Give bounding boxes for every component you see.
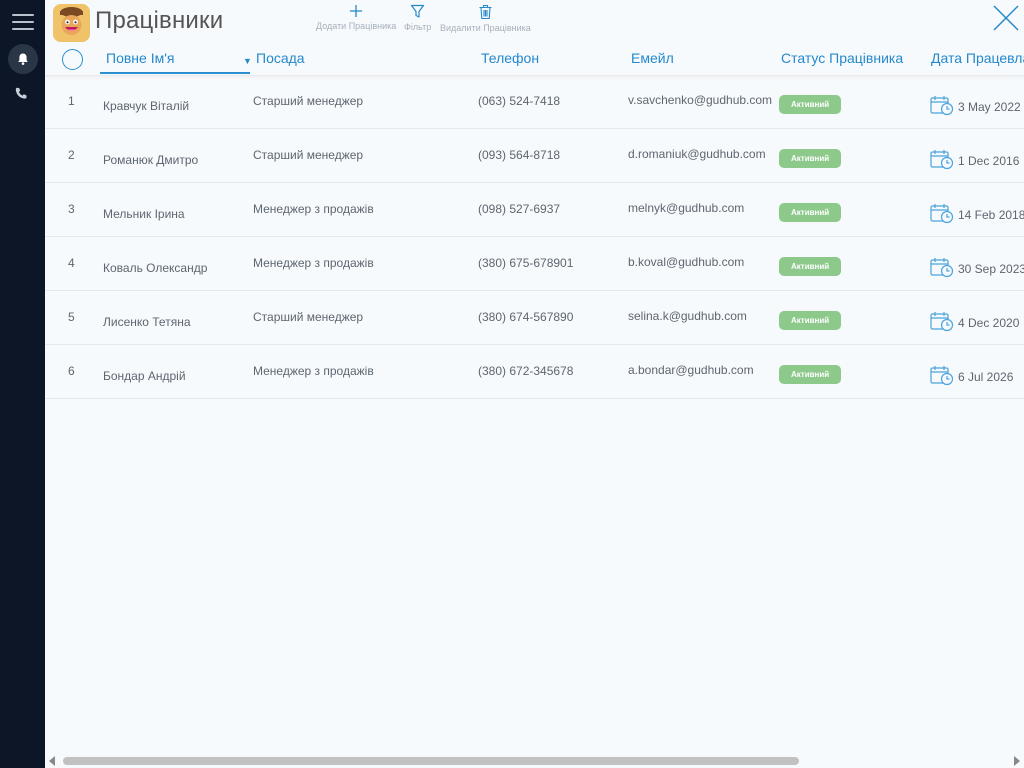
column-header-date[interactable]: Дата Працевлаштування — [931, 50, 1024, 66]
cell-date: 4 Dec 2020 — [930, 310, 1019, 332]
row-number: 2 — [68, 148, 75, 162]
app-logo — [53, 4, 90, 42]
status-badge: Активний — [779, 95, 842, 114]
row-number: 1 — [68, 94, 75, 108]
scroll-left-icon[interactable] — [49, 756, 55, 766]
select-all-checkbox[interactable] — [62, 49, 83, 70]
page-title: Працівники — [95, 7, 224, 34]
filter-icon — [411, 4, 425, 18]
cell-email: melnyk@gudhub.com — [628, 201, 745, 215]
status-badge: Активний — [779, 311, 842, 330]
table-row[interactable]: 3 Мельник Ірина Менеджер з продажів (098… — [45, 183, 1024, 237]
cell-phone: (063) 524-7418 — [478, 94, 561, 108]
cell-name: Лисенко Тетяна — [103, 315, 191, 329]
table-row[interactable]: 5 Лисенко Тетяна Старший менеджер (380) … — [45, 291, 1024, 345]
calendar-clock-icon — [930, 366, 954, 386]
date-text: 14 Feb 2018 — [958, 208, 1024, 222]
cell-phone: (380) 672-345678 — [478, 364, 574, 378]
cell-phone: (380) 674-567890 — [478, 310, 574, 324]
column-header-position[interactable]: Посада — [256, 50, 305, 66]
cell-position: Менеджер з продажів — [253, 364, 374, 378]
table-row[interactable]: 6 Бондар Андрій Менеджер з продажів (380… — [45, 345, 1024, 399]
sort-down-icon[interactable]: ▼ — [243, 56, 252, 66]
cell-date: 30 Sep 2023 — [930, 256, 1024, 278]
phone-icon — [15, 87, 27, 99]
cell-name: Бондар Андрій — [103, 369, 186, 383]
hamburger-icon — [12, 14, 34, 16]
cell-date: 6 Jul 2026 — [930, 364, 1013, 386]
cell-email: d.romaniuk@gudhub.com — [628, 147, 766, 161]
cell-email: a.bondar@gudhub.com — [628, 363, 754, 377]
notifications-button[interactable] — [8, 44, 38, 74]
calendar-clock-icon — [930, 204, 954, 224]
table-header: Повне Ім'я ▼ Посада Телефон Емейл Статус… — [45, 44, 1024, 76]
column-header-email[interactable]: Емейл — [631, 50, 674, 66]
cell-email: selina.k@gudhub.com — [628, 309, 747, 323]
close-icon — [993, 5, 1019, 31]
column-header-name[interactable]: Повне Ім'я — [106, 50, 174, 66]
cell-phone: (380) 675-678901 — [478, 256, 574, 270]
phone-button[interactable] — [14, 86, 32, 104]
bell-icon — [18, 53, 28, 65]
add-employee-button[interactable]: Додати Працівника — [316, 4, 396, 31]
calendar-clock-icon — [930, 96, 954, 116]
close-button[interactable] — [992, 4, 1020, 32]
cell-phone: (098) 527-6937 — [478, 202, 561, 216]
cell-name: Кравчук Віталій — [103, 99, 190, 113]
sort-indicator-underline — [100, 72, 250, 74]
cell-position: Старший менеджер — [253, 310, 364, 324]
scrollbar-thumb[interactable] — [63, 757, 799, 765]
cell-email: v.savchenko@gudhub.com — [628, 93, 773, 107]
cell-phone: (093) 564-8718 — [478, 148, 561, 162]
date-text: 30 Sep 2023 — [958, 262, 1024, 276]
horizontal-scrollbar[interactable] — [45, 754, 1024, 768]
status-badge: Активний — [779, 149, 842, 168]
filter-button[interactable]: Фільтр — [404, 4, 431, 32]
status-badge: Активний — [779, 365, 842, 384]
row-number: 3 — [68, 202, 75, 216]
scroll-right-icon[interactable] — [1014, 756, 1020, 766]
cell-position: Старший менеджер — [253, 148, 364, 162]
table-row[interactable]: 4 Коваль Олександр Менеджер з продажів (… — [45, 237, 1024, 291]
table-body: 1 Кравчук Віталій Старший менеджер (063)… — [45, 75, 1024, 399]
cell-name: Коваль Олександр — [103, 261, 208, 275]
add-employee-label: Додати Працівника — [316, 21, 397, 31]
left-rail — [0, 0, 45, 768]
date-text: 6 Jul 2026 — [958, 370, 1014, 384]
table-row[interactable]: 1 Кравчук Віталій Старший менеджер (063)… — [45, 75, 1024, 129]
cell-email: b.koval@gudhub.com — [628, 255, 745, 269]
calendar-clock-icon — [930, 258, 954, 278]
column-header-phone[interactable]: Телефон — [481, 50, 539, 66]
cell-name: Романюк Дмитро — [103, 153, 199, 167]
row-number: 4 — [68, 256, 75, 270]
date-text: 1 Dec 2016 — [958, 154, 1020, 168]
menu-button[interactable] — [12, 14, 34, 32]
column-header-status[interactable]: Статус Працівника — [781, 50, 903, 66]
delete-employee-label: Видалити Працівника — [440, 23, 531, 33]
cell-date: 3 May 2022 — [930, 94, 1021, 116]
cell-date: 1 Dec 2016 — [930, 148, 1019, 170]
cell-position: Старший менеджер — [253, 94, 364, 108]
calendar-clock-icon — [930, 312, 954, 332]
cell-name: Мельник Ірина — [103, 207, 185, 221]
status-badge: Активний — [779, 203, 842, 222]
delete-employee-button[interactable]: Видалити Працівника — [440, 4, 531, 33]
plus-icon — [350, 5, 363, 17]
filter-label: Фільтр — [404, 22, 432, 32]
table-row[interactable]: 2 Романюк Дмитро Старший менеджер (093) … — [45, 129, 1024, 183]
cell-position: Менеджер з продажів — [253, 202, 374, 216]
date-text: 4 Dec 2020 — [958, 316, 1020, 330]
trash-icon — [479, 4, 492, 20]
row-number: 5 — [68, 310, 75, 324]
row-number: 6 — [68, 364, 75, 378]
calendar-clock-icon — [930, 150, 954, 170]
cell-position: Менеджер з продажів — [253, 256, 374, 270]
cell-date: 14 Feb 2018 — [930, 202, 1024, 224]
status-badge: Активний — [779, 257, 842, 276]
date-text: 3 May 2022 — [958, 100, 1021, 114]
